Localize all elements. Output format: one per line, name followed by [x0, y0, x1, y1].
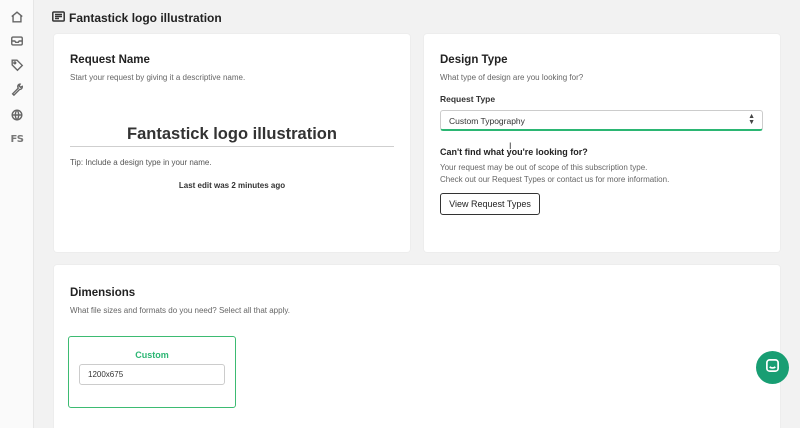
last-edit-status: Last edit was 2 minutes ago [178, 181, 286, 190]
request-name-subtitle: Start your request by giving it a descri… [70, 73, 246, 82]
text-cursor-icon: I [509, 141, 512, 151]
top-bar: Fantastick logo illustration [34, 0, 800, 32]
design-type-heading: Design Type [440, 54, 508, 66]
page-title: Fantastick logo illustration [69, 11, 222, 25]
name-tip: Tip: Include a design type in your name. [70, 158, 212, 167]
inbox-icon[interactable] [9, 33, 25, 49]
custom-dimension-option[interactable]: Custom [68, 336, 236, 408]
select-caret-icon: ▲ ▼ [748, 113, 755, 126]
sidebar: FS [0, 0, 34, 428]
ticket-icon [52, 9, 65, 27]
fs-logo[interactable]: FS [9, 131, 25, 147]
cant-find-heading: Can't find what you're looking for? [440, 147, 588, 157]
page-title-group: Fantastick logo illustration [52, 9, 222, 27]
request-name-heading: Request Name [70, 54, 150, 66]
request-name-card: Request Name Start your request by givin… [54, 34, 410, 252]
request-type-select[interactable]: Custom Typography ▲ ▼ [440, 110, 763, 131]
globe-icon[interactable] [9, 107, 25, 123]
dimensions-card: Dimensions What file sizes and formats d… [54, 265, 780, 428]
custom-dimension-label: Custom [135, 350, 169, 360]
name-input-underline [70, 146, 394, 147]
request-type-value: Custom Typography [449, 116, 525, 126]
dimensions-heading: Dimensions [70, 287, 136, 299]
chat-icon [765, 358, 780, 378]
request-type-label: Request Type [440, 94, 496, 104]
view-request-types-button[interactable]: View Request Types [440, 193, 540, 215]
chat-button[interactable] [756, 351, 789, 384]
tag-icon[interactable] [9, 57, 25, 73]
request-name-input[interactable]: Fantastick logo illustration [70, 125, 394, 144]
design-type-card: Design Type What type of design are you … [424, 34, 780, 252]
scope-text-line1: Your request may be out of scope of this… [440, 163, 648, 172]
custom-dimension-input[interactable] [79, 364, 225, 385]
wrench-icon[interactable] [9, 81, 25, 97]
dimensions-subtitle: What file sizes and formats do you need?… [70, 306, 290, 315]
home-icon[interactable] [9, 9, 25, 25]
design-type-subtitle: What type of design are you looking for? [440, 73, 584, 82]
scope-text-line2: Check out our Request Types or contact u… [440, 175, 670, 184]
